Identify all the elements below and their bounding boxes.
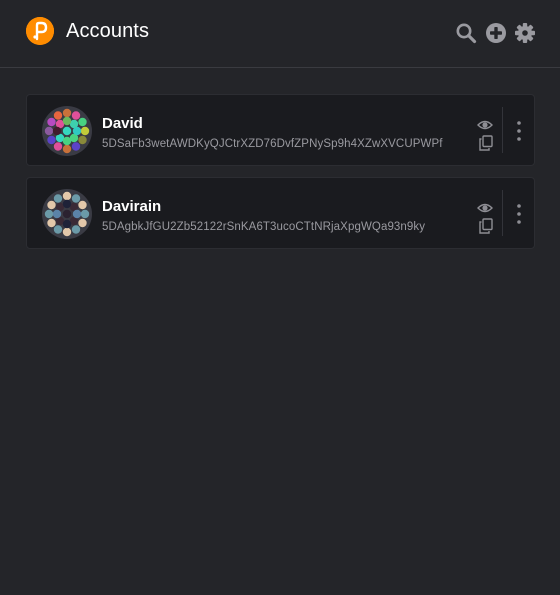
header: Accounts: [0, 0, 560, 68]
divider: [502, 190, 503, 236]
copy-icon[interactable]: [479, 218, 493, 234]
divider: [502, 107, 503, 153]
more-options-icon[interactable]: [511, 119, 527, 143]
account-name: David: [102, 115, 143, 132]
logo-icon: [26, 17, 54, 45]
eye-icon[interactable]: [477, 117, 493, 133]
account-address: 5DSaFb3wetAWDKyQJCtrXZD76DvfZPNySp9h4XZw…: [102, 138, 443, 150]
copy-icon[interactable]: [479, 135, 493, 151]
search-icon[interactable]: [455, 22, 477, 44]
add-account-icon[interactable]: [485, 22, 507, 44]
account-address: 5DAgbkJfGU2Zb52122rSnKA6T3ucoCTtNRjaXpgW…: [102, 221, 426, 233]
extension-window: Accounts David 5DSaFb3wetAWDKyQJCtrXZD76…: [0, 0, 560, 595]
identicon-avatar[interactable]: [42, 189, 92, 239]
eye-icon[interactable]: [477, 200, 493, 216]
identicon-avatar[interactable]: [42, 106, 92, 156]
more-options-icon[interactable]: [511, 202, 527, 226]
account-name: Davirain: [102, 198, 162, 215]
account-card-davirain[interactable]: Davirain 5DAgbkJfGU2Zb52122rSnKA6T3ucoCT…: [26, 177, 535, 249]
account-card-david[interactable]: David 5DSaFb3wetAWDKyQJCtrXZD76DvfZPNySp…: [26, 94, 535, 166]
page-title: Accounts: [66, 20, 150, 42]
settings-gear-icon[interactable]: [514, 22, 536, 44]
